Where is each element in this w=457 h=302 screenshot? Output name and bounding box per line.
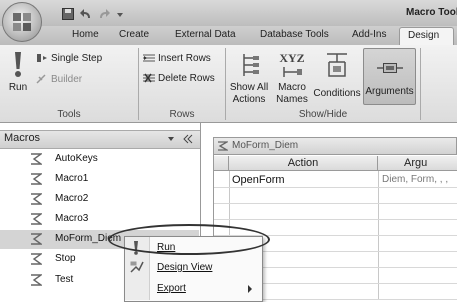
builder-label: Builder: [51, 74, 83, 85]
macro-object-icon: [218, 141, 228, 151]
xyz-icon: XYZ: [279, 51, 305, 65]
nav-item-label: Test: [55, 274, 74, 285]
delete-rows-button[interactable]: Delete Rows: [143, 73, 215, 84]
single-step-label: Single Step: [51, 53, 103, 64]
delete-rows-label: Delete Rows: [158, 73, 215, 84]
builder-button[interactable]: Builder: [36, 74, 82, 85]
highlight-oval: [108, 224, 270, 255]
document-tab-title: MoForm_Diem: [232, 140, 299, 151]
nav-item-label: Macro2: [55, 193, 89, 204]
macro-icon: [31, 153, 42, 165]
show-all-actions-button[interactable]: Show All Actions: [228, 50, 270, 106]
macro-names-label-2: Names: [276, 94, 308, 105]
tab-external-data[interactable]: External Data: [175, 29, 236, 40]
group-divider: [420, 48, 421, 120]
action-cell[interactable]: OpenForm: [232, 174, 285, 186]
rows-group-label: Rows: [169, 109, 195, 120]
table-row[interactable]: [214, 187, 457, 204]
office-button[interactable]: [2, 2, 42, 42]
macro-icon: [31, 213, 42, 225]
nav-item[interactable]: Macro2: [0, 190, 199, 209]
arguments-label: Arguments: [365, 86, 414, 97]
table-row[interactable]: [214, 203, 457, 220]
design-view-icon: [130, 261, 144, 273]
conditions-label: Conditions: [313, 88, 361, 99]
run-label: Run: [8, 82, 28, 93]
tab-create[interactable]: Create: [119, 29, 149, 40]
nav-item-label: Macro1: [55, 173, 89, 184]
chevron-right-icon: [248, 285, 252, 293]
single-step-icon: [37, 54, 47, 63]
conditions-icon: [327, 53, 347, 77]
tab-design[interactable]: Design: [399, 27, 454, 45]
show-all-label-2: Actions: [232, 94, 266, 105]
tab-database-tools[interactable]: Database Tools: [260, 29, 329, 40]
tools-group-label: Tools: [57, 109, 81, 120]
chevron-down-icon[interactable]: [167, 135, 175, 143]
arguments-button[interactable]: Arguments: [363, 48, 416, 105]
tab-add-ins[interactable]: Add-Ins: [352, 29, 386, 40]
navigation-pane-title: Macros: [4, 132, 41, 144]
macro-icon: [31, 253, 42, 265]
column-header-arguments: Argu: [378, 156, 457, 171]
arguments-cell: Diem, Form, , ,: [382, 174, 449, 185]
macro-icon: [31, 233, 42, 245]
builder-icon: [36, 74, 46, 84]
undo-icon[interactable]: [80, 8, 92, 20]
conditions-button[interactable]: Conditions: [312, 50, 362, 106]
column-header-action: Action: [229, 156, 378, 171]
macro-names-icon: [283, 67, 302, 77]
show-all-label-1: Show All: [229, 82, 269, 93]
macro-icon: [31, 193, 42, 205]
row-selector-header: [214, 156, 229, 171]
run-icon: [15, 52, 21, 77]
save-icon[interactable]: [62, 8, 74, 20]
quick-access-toolbar: [62, 6, 124, 22]
nav-item-label: AutoKeys: [55, 153, 98, 164]
office-logo-icon: [13, 13, 31, 31]
macro-icon: [31, 274, 42, 286]
redo-icon[interactable]: [98, 8, 110, 20]
arguments-icon: [377, 63, 403, 73]
shutter-bar-close-icon[interactable]: [183, 134, 193, 144]
tab-home[interactable]: Home: [72, 29, 99, 40]
single-step-button[interactable]: Single Step: [36, 53, 102, 64]
macro-icon: [31, 173, 42, 185]
nav-item[interactable]: AutoKeys: [0, 150, 199, 169]
show-hide-group-label: Show/Hide: [298, 109, 348, 120]
run-button[interactable]: Run: [4, 50, 32, 98]
delete-rows-icon: [143, 73, 155, 83]
nav-item[interactable]: Macro1: [0, 170, 199, 189]
nav-item-label: Stop: [55, 253, 76, 264]
customize-qat-icon[interactable]: [116, 8, 124, 20]
insert-rows-icon: [143, 54, 155, 62]
show-all-actions-icon: [243, 54, 259, 76]
context-menu-export[interactable]: Export: [157, 283, 186, 294]
insert-rows-button[interactable]: Insert Rows: [143, 53, 211, 64]
context-menu-design-view[interactable]: Design View: [157, 262, 212, 273]
nav-item-label: Macro3: [55, 213, 89, 224]
window-title: Macro Tool: [406, 7, 457, 18]
macro-names-label-1: Macro: [278, 82, 306, 93]
insert-rows-label: Insert Rows: [158, 53, 211, 64]
macro-names-button[interactable]: XYZ Macro Names: [273, 50, 311, 106]
